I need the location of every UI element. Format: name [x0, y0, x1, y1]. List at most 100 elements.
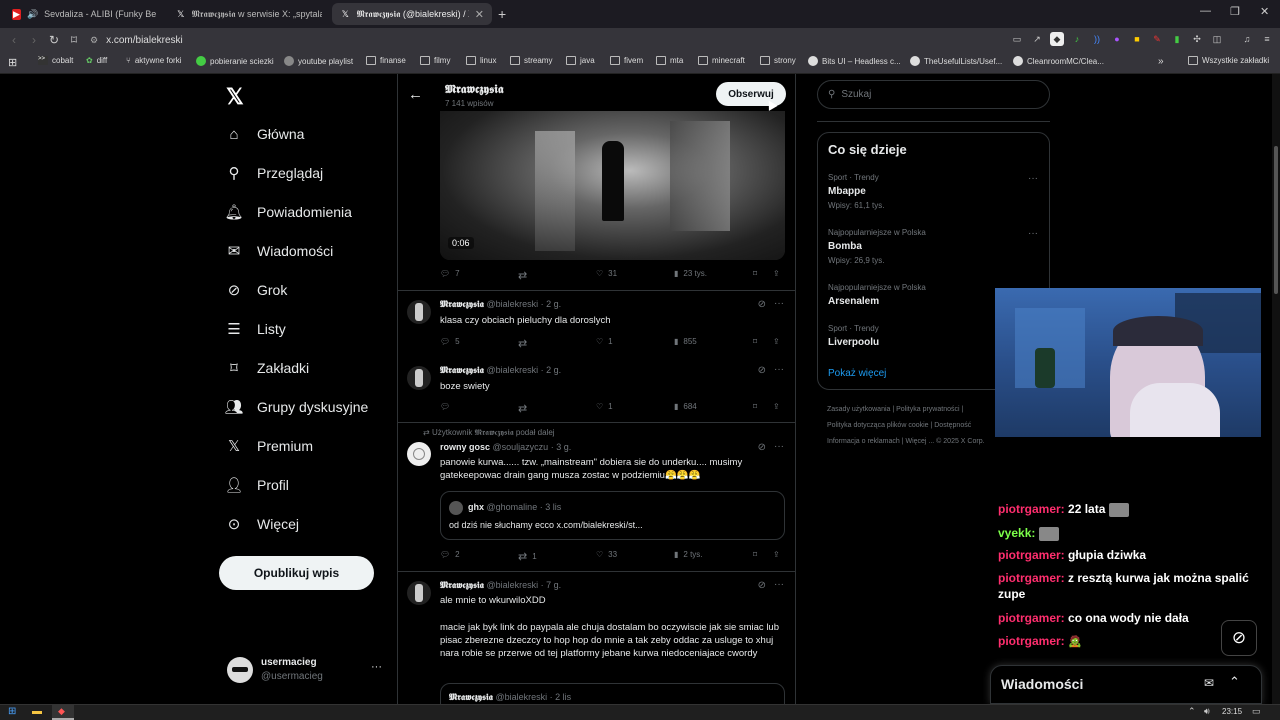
nav-lists[interactable]: ☰ Listy — [225, 320, 286, 338]
bookmark-item[interactable]: CleanroomMC/Clea... — [1013, 56, 1104, 66]
bookmark-folder[interactable]: strony — [760, 56, 796, 65]
search-input[interactable]: ⚲ Szukaj — [817, 80, 1050, 109]
x-logo[interactable]: 𝕏 — [226, 84, 244, 110]
nav-profile[interactable]: 👤︎ Profil — [224, 476, 288, 494]
like-button[interactable]: ♡ 33 — [596, 550, 617, 559]
bookmark-button[interactable]: ⌑ — [753, 269, 757, 278]
nav-explore[interactable]: ⚲ Przeglądaj — [225, 164, 324, 182]
bookmark-item[interactable]: pobieranie sciezki — [196, 56, 274, 66]
show-more-link[interactable]: Pokaż więcej — [828, 368, 886, 379]
bookmark-item[interactable]: youtube playlist — [284, 56, 353, 66]
like-button[interactable]: ♡ 1 — [596, 402, 613, 411]
back-icon[interactable]: ‹ — [4, 33, 24, 47]
post-button[interactable]: Opublikuj wpis — [219, 556, 374, 590]
bookmark-folder[interactable]: finanse — [366, 56, 406, 65]
more-icon[interactable]: ··· — [1028, 173, 1038, 184]
footer-links[interactable]: Zasady użytkowania | Polityka prywatnośc… — [827, 406, 963, 413]
nav-more[interactable]: ⊙ Więcej — [225, 515, 299, 533]
sidebar-icon[interactable]: ◫ — [1210, 32, 1224, 46]
views-button[interactable]: ▮ 2 tys. — [674, 550, 703, 559]
new-message-icon[interactable]: ✉ — [1204, 676, 1214, 690]
grok-button[interactable]: ⊘ — [1221, 620, 1257, 656]
clock[interactable]: 23:15 — [1222, 707, 1242, 716]
more-icon[interactable]: ··· — [371, 661, 382, 673]
extension-icon[interactable]: ● — [1110, 32, 1124, 46]
screen-icon[interactable]: ▭ — [1010, 32, 1024, 46]
tab-x-post[interactable]: 𝕏 𝕸𝖗𝖆𝖜𝖈𝖟𝖞𝖘𝖎𝖆 w serwisie X: „spytalam ci — [168, 3, 330, 25]
trend-item[interactable]: Sport · Trendy Mbappe Wpisy: 61,1 tys. ··· — [828, 173, 1038, 210]
quoted-tweet[interactable]: ghx @ghomaline · 3 lis od dziś nie słuch… — [440, 491, 785, 540]
grok-icon[interactable]: ⊘ — [758, 442, 766, 453]
share-button[interactable]: ⇪ — [773, 337, 780, 346]
bookmark-button[interactable]: ⌑ — [753, 402, 757, 411]
tab-youtube[interactable]: ▶ 🔊 Sevdaliza - ALIBI (Funky Beatz Bo — [4, 3, 164, 25]
windows-start-icon[interactable]: ⊞ — [8, 706, 16, 717]
bookmark-item[interactable]: >> cobalt — [38, 56, 73, 65]
new-tab-button[interactable]: + — [498, 6, 506, 22]
share-button[interactable]: ⇪ — [773, 402, 780, 411]
site-info-icon[interactable]: ⚙ — [90, 35, 98, 46]
bookmark-item[interactable]: Bits UI – Headless c... — [808, 56, 901, 66]
reply-button[interactable]: 💬︎ 7 — [440, 269, 460, 278]
bookmark-folder[interactable]: minecraft — [698, 56, 745, 65]
expand-icon[interactable]: ⌃ — [1229, 674, 1240, 690]
bookmark-item[interactable]: ✿ diff — [86, 56, 107, 65]
extension-icon[interactable]: ■ — [1130, 32, 1144, 46]
bookmark-button[interactable]: ⌑ — [753, 550, 757, 559]
close-tab-icon[interactable]: ✕ — [475, 8, 484, 21]
bookmark-button[interactable]: ⌑ — [753, 337, 757, 346]
grok-icon[interactable]: ⊘ — [758, 580, 766, 591]
trend-item[interactable]: Najpopularniejsze w Polska Bomba Wpisy: 26… — [828, 228, 1038, 265]
nav-communities[interactable]: 👥︎ Grupy dyskusyjne — [224, 398, 368, 416]
reply-button[interactable]: 💬︎ — [440, 402, 455, 411]
messages-drawer[interactable]: Wiadomości ✉ ⌃ — [990, 665, 1262, 704]
tweet[interactable]: 𝕸𝖗𝖆𝖜𝖈𝖟𝖞𝖘𝖎𝖆 @bialekreski · 7 g. ⊘ ··· ale… — [397, 577, 796, 704]
file-explorer-icon[interactable]: ▬ — [32, 706, 42, 717]
repost-button[interactable]: ⇄ — [518, 402, 532, 415]
notifications-icon[interactable]: ▭ — [1252, 706, 1261, 717]
restore-button[interactable]: ❐ — [1230, 5, 1240, 18]
reload-icon[interactable]: ↻ — [44, 33, 64, 47]
share-button[interactable]: ⇪ — [773, 269, 780, 278]
footer-links[interactable]: Polityka dotycząca plików cookie | Dostę… — [827, 422, 971, 429]
more-icon[interactable]: ··· — [1028, 228, 1038, 239]
more-icon[interactable]: ··· — [774, 298, 784, 309]
quoted-tweet[interactable]: 𝕸𝖗𝖆𝖜𝖈𝖟𝖞𝖘𝖎𝖆 @bialekreski · 2 lis — [440, 683, 785, 704]
scrollbar[interactable] — [1272, 74, 1280, 704]
volume-icon[interactable]: 🔊︎ — [1204, 706, 1210, 717]
share-icon[interactable]: ↗ — [1030, 32, 1044, 46]
bookmark-folder[interactable]: mta — [656, 56, 683, 65]
avatar[interactable] — [407, 442, 431, 466]
close-window-button[interactable]: ✕ — [1260, 5, 1269, 18]
forward-icon[interactable]: › — [24, 33, 44, 47]
avatar[interactable] — [407, 300, 431, 324]
avatar[interactable] — [407, 366, 431, 390]
grok-icon[interactable]: ⊘ — [758, 299, 766, 310]
share-button[interactable]: ⇪ — [773, 550, 780, 559]
more-icon[interactable]: ··· — [774, 441, 784, 452]
like-button[interactable]: ♡ 31 — [596, 269, 617, 278]
bookmark-page-icon[interactable]: ⌑ — [64, 33, 84, 47]
browser-taskbar-button[interactable]: ◆ — [52, 705, 74, 720]
more-icon[interactable]: ··· — [774, 579, 784, 590]
back-arrow-icon[interactable]: ← — [408, 86, 423, 103]
bookmark-item[interactable]: TheUsefulLists/Usef... — [910, 56, 1002, 66]
puzzle-icon[interactable]: ✣ — [1190, 32, 1204, 46]
bookmark-folder[interactable]: linux — [466, 56, 496, 65]
repost-button[interactable]: ⇄ 1 — [518, 550, 537, 563]
address-bar[interactable]: ⚙ x.com/bialekreski — [90, 30, 990, 50]
tray-chevron-icon[interactable]: ⌃ — [1188, 706, 1196, 717]
extension-icon[interactable]: ♪ — [1070, 32, 1084, 46]
bookmark-folder[interactable]: fivem — [610, 56, 643, 65]
grok-icon[interactable]: ⊘ — [758, 365, 766, 376]
extension-icon[interactable]: )) — [1090, 32, 1104, 46]
bookmark-folder[interactable]: filmy — [420, 56, 450, 65]
extension-icon[interactable]: ✎ — [1150, 32, 1164, 46]
account-switcher[interactable]: usermacieg @usermacieg ··· — [227, 655, 387, 687]
nav-messages[interactable]: ✉ Wiadomości — [225, 242, 334, 260]
reply-button[interactable]: 💬︎ 2 — [440, 550, 460, 559]
nav-notifications[interactable]: 🔔︎ Powiadomienia — [224, 203, 351, 221]
more-icon[interactable]: ··· — [774, 364, 784, 375]
like-button[interactable]: ♡ 1 — [596, 337, 613, 346]
repost-button[interactable]: ⇄ — [518, 337, 532, 350]
